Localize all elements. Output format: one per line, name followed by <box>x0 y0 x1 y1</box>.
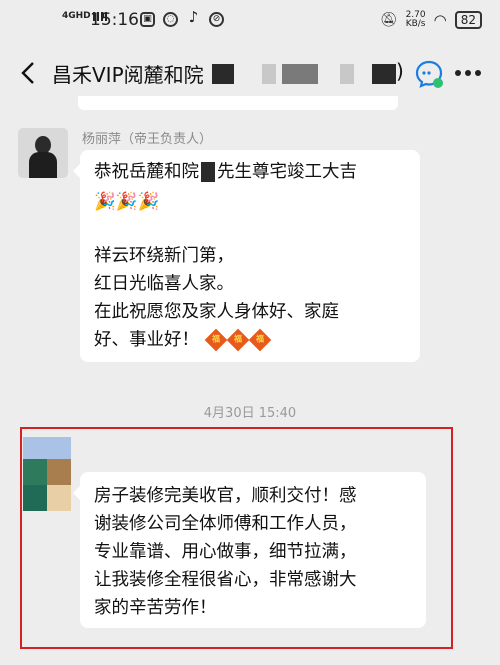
previous-message-bubble <box>78 96 398 110</box>
mute-icon: 🔕︎ <box>379 12 398 28</box>
chat-title-tail: ) <box>396 59 404 83</box>
fu-glyph: 福 <box>255 335 264 344</box>
network-speed: 2.70 KB/s <box>406 11 426 29</box>
fu-glyph: 福 <box>233 335 242 344</box>
fu-glyph: 福 <box>211 335 220 344</box>
message-line: 恭祝岳麓和院 先生尊宅竣工大吉 <box>94 158 357 187</box>
avatar-tile <box>23 485 47 511</box>
sender-name: 杨丽萍（帝王负责人） <box>82 132 213 147</box>
message-text: 恭祝岳麓和院 <box>94 162 199 182</box>
fu-emoji-icon: 福 <box>248 328 271 352</box>
redacted-name <box>340 64 354 84</box>
message-bubble[interactable]: 恭祝岳麓和院 先生尊宅竣工大吉 🎉🎉🎉 祥云环绕新门第， 红日光临喜人家。 在此祝… <box>73 150 420 362</box>
message-line: 让我装修全程很省心，非常感谢大 <box>94 570 357 590</box>
message-line: 专业靠谱、用心做事，细节拉满， <box>94 542 357 562</box>
redacted-name <box>201 162 215 182</box>
avatar-tile <box>23 437 71 459</box>
more-icon[interactable] <box>455 70 481 78</box>
redacted-name <box>212 64 234 84</box>
wifi-icon: ◠ <box>433 11 447 29</box>
message-line: 房子装修完美收官，顺利交付！感 <box>94 486 357 506</box>
battery-icon: 82 <box>454 11 482 29</box>
avatar[interactable] <box>23 437 71 511</box>
back-icon[interactable] <box>18 58 42 88</box>
app-notification-icon: ▣ <box>140 12 155 27</box>
speed-unit: KB/s <box>405 19 426 29</box>
redacted-name <box>372 64 396 84</box>
message-text: 先生尊宅竣工大吉 <box>217 162 357 182</box>
network-label: 4GHD <box>62 11 91 21</box>
avatar-tile <box>23 459 47 485</box>
redacted-name <box>282 64 318 84</box>
status-bar: 4GHD 15:16 ▣ ◌ ♪ ⊘ 🔕︎ 2.70 KB/s ◠ 82 <box>0 0 500 44</box>
message-bubble[interactable]: 房子装修完美收官，顺利交付！感 谢装修公司全体师傅和工作人员， 专业靠谱、用心做… <box>73 472 426 628</box>
avatar-tile <box>47 459 71 485</box>
message-timestamp: 4月30日 15:40 <box>203 406 297 421</box>
party-emoji-row: 🎉🎉🎉 <box>94 192 160 212</box>
message-text: 好、事业好！ <box>94 330 199 350</box>
message-line: 家的辛苦劳作！ <box>94 598 217 618</box>
fu-emoji-icon: 福 <box>204 328 227 352</box>
message-line: 好、事业好！ 福 福 福 <box>94 326 271 355</box>
redacted-name <box>262 64 276 84</box>
fu-emoji-icon: 福 <box>226 328 249 352</box>
avatar[interactable] <box>18 128 68 178</box>
tiktok-notification-icon: ♪ <box>188 8 199 26</box>
app2-notification-icon: ⊘ <box>209 12 224 27</box>
status-time: 15:16 <box>90 10 139 30</box>
message-line: 红日光临喜人家。 <box>94 274 234 294</box>
wechat-notification-icon: ◌ <box>163 12 178 27</box>
notification-icons: ▣ ◌ ♪ ⊘ <box>140 8 224 27</box>
message-line: 祥云环绕新门第， <box>94 246 234 266</box>
avatar-body <box>29 152 57 178</box>
avatar-tile <box>47 485 71 511</box>
chat-title: 昌禾VIP阅麓和院 <box>52 63 204 87</box>
voice-chat-icon[interactable] <box>414 59 444 89</box>
status-right: 🔕︎ 2.70 KB/s ◠ 82 <box>380 11 482 29</box>
message-line: 在此祝愿您及家人身体好、家庭 <box>94 302 339 322</box>
message-line: 谢装修公司全体师傅和工作人员， <box>94 514 357 534</box>
chat-header: 昌禾VIP阅麓和院 ) <box>0 44 500 102</box>
